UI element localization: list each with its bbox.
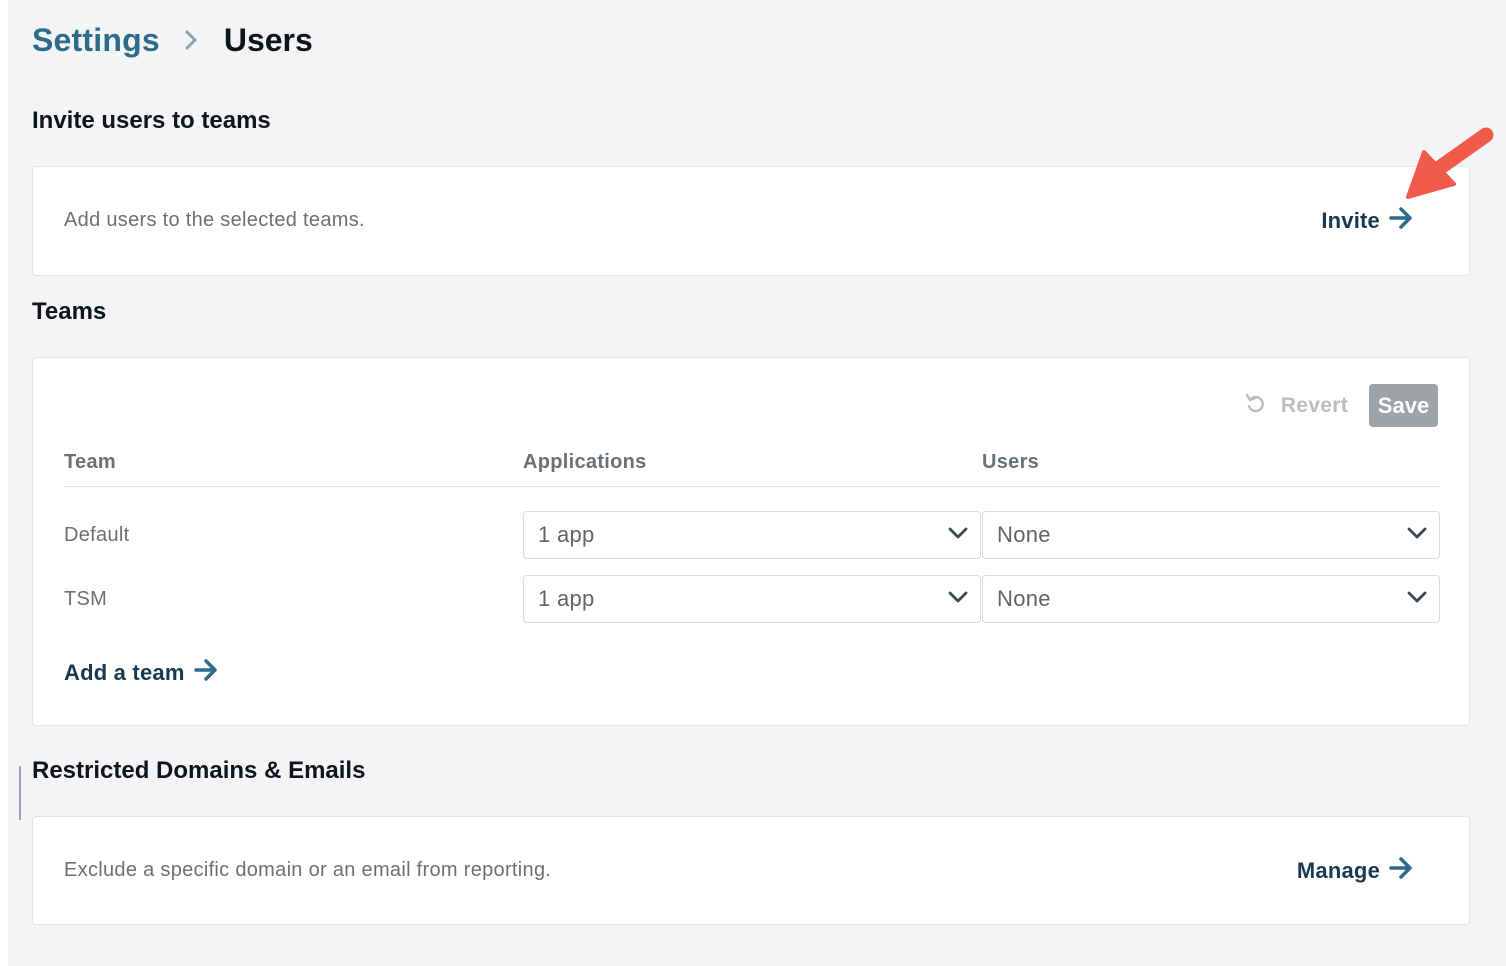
invite-description: Add users to the selected teams.	[64, 209, 365, 231]
applications-select-tsm[interactable]: 1 app	[523, 575, 981, 623]
revert-button[interactable]: Revert	[1245, 392, 1348, 420]
chevron-down-icon	[948, 526, 968, 545]
users-select-tsm[interactable]: None	[982, 575, 1440, 623]
manage-label: Manage	[1296, 858, 1380, 883]
table-header-divider	[64, 486, 1440, 487]
applications-select-default[interactable]: 1 app	[523, 511, 981, 559]
users-select-value: None	[997, 522, 1051, 547]
revert-label: Revert	[1280, 393, 1348, 417]
column-header-applications: Applications	[523, 451, 647, 473]
arrow-right-icon	[1388, 206, 1414, 236]
restricted-section-title: Restricted Domains & Emails	[32, 757, 366, 784]
breadcrumb: Settings Users	[32, 18, 313, 62]
team-name-tsm: TSM	[64, 588, 108, 610]
chevron-down-icon	[948, 590, 968, 609]
manage-link[interactable]: Manage	[1297, 856, 1414, 886]
add-team-link[interactable]: Add a team	[64, 658, 219, 688]
arrow-right-icon	[193, 658, 219, 688]
restricted-card: Exclude a specific domain or an email fr…	[32, 816, 1470, 925]
teams-card: Revert Save Team Applications Users Defa…	[32, 357, 1470, 726]
chevron-down-icon	[1407, 590, 1427, 609]
page-title: Users	[223, 21, 313, 58]
users-select-value: None	[997, 586, 1051, 611]
teams-section-title: Teams	[32, 298, 107, 325]
column-header-team: Team	[64, 451, 116, 473]
invite-card: Add users to the selected teams. Invite	[32, 166, 1470, 276]
undo-icon	[1245, 392, 1265, 420]
invite-section-title: Invite users to teams	[32, 107, 271, 134]
scroll-indicator	[19, 766, 21, 820]
arrow-right-icon	[1388, 856, 1414, 886]
chevron-down-icon	[1407, 526, 1427, 545]
breadcrumb-settings-link[interactable]: Settings	[32, 22, 160, 59]
invite-link[interactable]: Invite	[1321, 206, 1414, 236]
teams-toolbar: Revert Save	[1245, 384, 1438, 427]
team-name-default: Default	[64, 524, 130, 546]
annotation-arrow-icon	[1404, 124, 1500, 205]
restricted-description: Exclude a specific domain or an email fr…	[64, 859, 552, 881]
add-team-label: Add a team	[64, 660, 185, 685]
column-header-users: Users	[982, 451, 1040, 473]
applications-select-value: 1 app	[538, 522, 595, 547]
applications-select-value: 1 app	[538, 586, 595, 611]
settings-page: Settings Users Invite users to teams Add…	[8, 0, 1506, 966]
invite-label: Invite	[1321, 208, 1380, 233]
chevron-right-icon	[184, 29, 198, 51]
users-select-default[interactable]: None	[982, 511, 1440, 559]
save-button[interactable]: Save	[1369, 384, 1438, 427]
